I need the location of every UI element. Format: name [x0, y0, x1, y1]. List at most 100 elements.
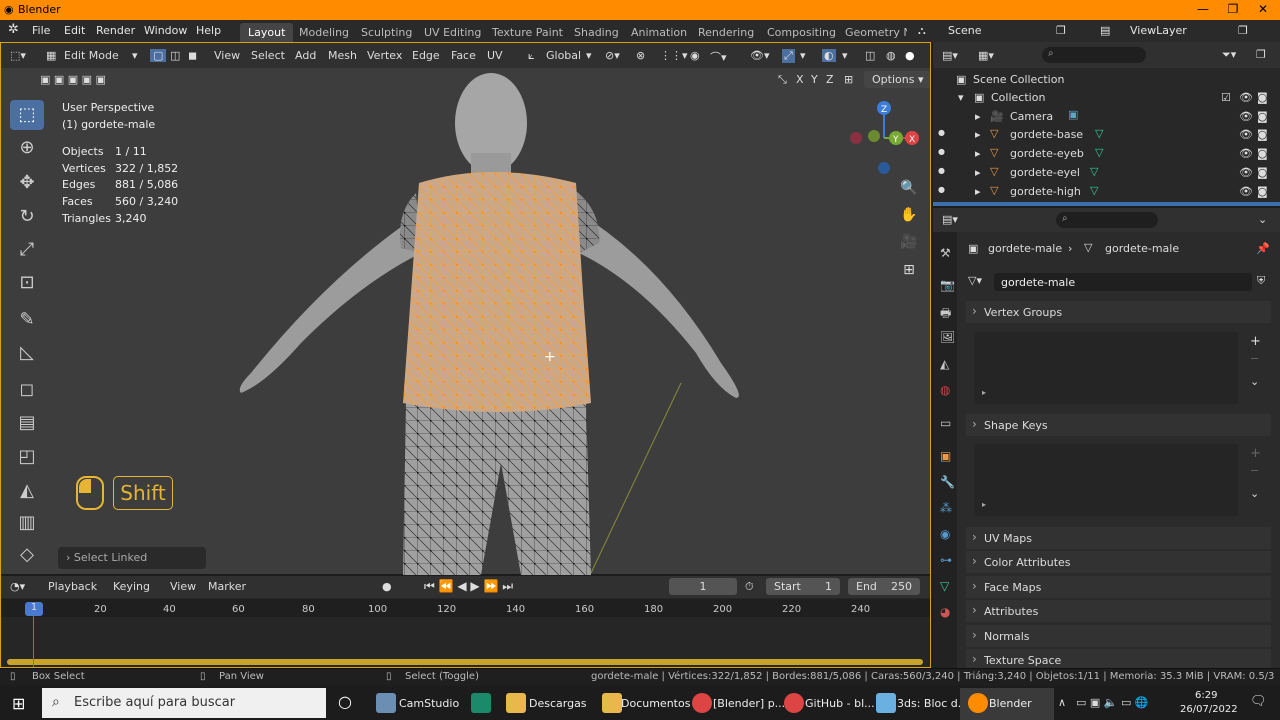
- object-tab-icon[interactable]: ▣: [940, 449, 951, 463]
- render-camera-icon[interactable]: ◙: [1257, 110, 1268, 123]
- render-tab-icon[interactable]: 📷: [940, 278, 955, 292]
- taskbar-app[interactable]: Documentos: [621, 697, 690, 710]
- menu-playback[interactable]: Playback: [48, 580, 97, 593]
- tab-animation[interactable]: Animation: [631, 26, 687, 39]
- output-tab-icon[interactable]: 🖶: [940, 304, 951, 325]
- tool-tab-icon[interactable]: ⚒: [940, 246, 951, 260]
- close-icon[interactable]: ✕: [1248, 2, 1278, 16]
- stopwatch-icon[interactable]: ⏱: [745, 580, 754, 594]
- tray-icons[interactable]: ▭ ▣ 🔈 ▭ 🌐: [1076, 696, 1149, 709]
- expand-icon[interactable]: ▸: [975, 185, 981, 198]
- falloff-icon[interactable]: ⌒▾: [710, 49, 727, 65]
- pin-icon[interactable]: 📌: [1256, 242, 1270, 255]
- new-collection-icon[interactable]: ❐: [1256, 48, 1266, 61]
- outliner-collection[interactable]: Collection: [991, 91, 1045, 104]
- breadcrumb-data[interactable]: gordete-male: [1105, 242, 1179, 255]
- windows-start-icon[interactable]: ⊞: [12, 694, 25, 713]
- menu-help[interactable]: Help: [196, 24, 221, 37]
- last-operator-panel[interactable]: › Select Linked: [58, 547, 206, 569]
- wireframe-shading-icon[interactable]: ◍: [886, 49, 896, 62]
- camera-view-icon[interactable]: 🎥: [898, 231, 920, 253]
- tab-shading[interactable]: Shading: [574, 26, 619, 39]
- properties-search-input[interactable]: ⌕: [1056, 212, 1158, 228]
- outliner-item[interactable]: gordete-high: [1010, 185, 1081, 198]
- timeline-scrollbar[interactable]: [7, 659, 923, 665]
- edge-select-icon[interactable]: ◫: [170, 49, 180, 62]
- axis-y-toggle[interactable]: Y: [811, 73, 818, 86]
- add-cube-tool[interactable]: ◻: [10, 375, 44, 405]
- taskbar-app[interactable]: CamStudio: [399, 697, 459, 710]
- notifications-icon[interactable]: 🗨: [1250, 694, 1267, 709]
- outliner-scene-collection[interactable]: Scene Collection: [973, 73, 1064, 86]
- menu-window[interactable]: Window: [144, 24, 187, 37]
- taskbar-app[interactable]: GitHub - bl...: [805, 697, 875, 710]
- end-frame-field[interactable]: End 250: [848, 578, 920, 595]
- menu-edge[interactable]: Edge: [412, 49, 440, 62]
- outliner-item[interactable]: gordete-base: [1010, 128, 1083, 141]
- shape-keys-list[interactable]: ▸: [974, 444, 1238, 516]
- bevel-tool[interactable]: ◭: [10, 476, 44, 506]
- overlay-icon[interactable]: ◐: [822, 49, 836, 62]
- taskbar-app[interactable]: [Blender] p...: [713, 697, 785, 710]
- new-scene-icon[interactable]: ❐: [1056, 24, 1066, 37]
- snap-icon[interactable]: ⊗: [636, 49, 645, 62]
- axis-z-toggle[interactable]: Z: [826, 73, 834, 86]
- snap-target-icon[interactable]: ⋮⋮▾: [660, 49, 688, 62]
- outliner-item[interactable]: gordete-eyel: [1010, 166, 1080, 179]
- visibility-eye-icon[interactable]: 👁: [1239, 147, 1253, 160]
- expand-icon[interactable]: ▸: [975, 147, 981, 160]
- visibility-icon[interactable]: 👁▾: [750, 49, 770, 62]
- editor-type-icon[interactable]: ⬚▾: [10, 49, 26, 62]
- scene-tab-icon[interactable]: ◭: [940, 357, 949, 371]
- rotate-tool[interactable]: ↻: [10, 202, 44, 232]
- app-icon[interactable]: [471, 693, 491, 713]
- mesh-browse-icon[interactable]: ▽▾: [968, 274, 982, 287]
- material-tab-icon[interactable]: ◕: [940, 605, 950, 619]
- render-camera-icon[interactable]: ◙: [1257, 128, 1268, 141]
- panel-uv-maps[interactable]: UV Maps: [966, 527, 1271, 549]
- scene-selector[interactable]: Scene: [948, 24, 982, 37]
- taskbar-app[interactable]: Descargas: [529, 697, 587, 710]
- tab-rendering[interactable]: Rendering: [698, 26, 754, 39]
- proportional-edit-icon[interactable]: ◉: [690, 49, 700, 62]
- menu-view[interactable]: View: [214, 49, 240, 62]
- visibility-eye-icon[interactable]: 👁: [1239, 91, 1253, 104]
- annotate-tool[interactable]: ✎: [10, 305, 44, 335]
- pivot-icon[interactable]: ⊘▾: [605, 49, 620, 62]
- tab-sculpting[interactable]: Sculpting: [361, 26, 412, 39]
- inset-tool[interactable]: ◰: [10, 442, 44, 472]
- zoom-icon[interactable]: 🔍: [898, 177, 920, 199]
- remove-shape-key-icon[interactable]: −: [1250, 464, 1259, 477]
- menu-add[interactable]: Add: [295, 49, 316, 62]
- visibility-eye-icon[interactable]: 👁: [1239, 185, 1253, 198]
- face-select-icon[interactable]: ◼: [188, 49, 197, 62]
- outliner-item[interactable]: gordete-eyeb: [1010, 147, 1084, 160]
- menu-mesh[interactable]: Mesh: [328, 49, 357, 62]
- tab-layout[interactable]: Layout: [240, 23, 294, 42]
- menu-vertex[interactable]: Vertex: [367, 49, 402, 62]
- panel-texture-space[interactable]: Texture Space: [966, 649, 1271, 668]
- select-mode-icons[interactable]: ▣ ▣ ▣ ▣ ▣: [40, 73, 106, 86]
- expand-icon[interactable]: ▸: [975, 128, 981, 141]
- menu-file[interactable]: File: [32, 24, 50, 37]
- menu-render[interactable]: Render: [96, 24, 135, 37]
- expand-icon[interactable]: ▸: [975, 110, 981, 123]
- collection-tab-icon[interactable]: ▭: [940, 416, 951, 430]
- menu-marker[interactable]: Marker: [208, 580, 246, 593]
- tray-chevron-icon[interactable]: ∧: [1058, 696, 1066, 709]
- move-tool[interactable]: ✥: [10, 168, 44, 198]
- vertex-groups-list[interactable]: ▸: [974, 332, 1238, 404]
- render-camera-icon[interactable]: ◙: [1257, 185, 1268, 198]
- options-button[interactable]: Options ▾: [864, 71, 932, 88]
- taskbar-search-input[interactable]: Escribe aquí para buscar: [42, 688, 326, 718]
- view-layer-tab-icon[interactable]: 🖼: [940, 330, 955, 344]
- menu-select[interactable]: Select: [251, 49, 285, 62]
- add-vertex-group-icon[interactable]: +: [1250, 334, 1261, 349]
- tab-compositing[interactable]: Compositing: [767, 26, 836, 39]
- timeline-editor-type-icon[interactable]: ◔▾: [10, 580, 25, 593]
- checkbox-icon[interactable]: ☑: [1221, 91, 1231, 104]
- taskbar-app[interactable]: Blender: [989, 697, 1032, 710]
- playback-controls[interactable]: ⏮ ⏪ ◀ ▶ ⏩ ⏭: [424, 579, 513, 594]
- visibility-eye-icon[interactable]: 👁: [1239, 166, 1253, 179]
- data-tab-icon[interactable]: ▽: [940, 579, 949, 593]
